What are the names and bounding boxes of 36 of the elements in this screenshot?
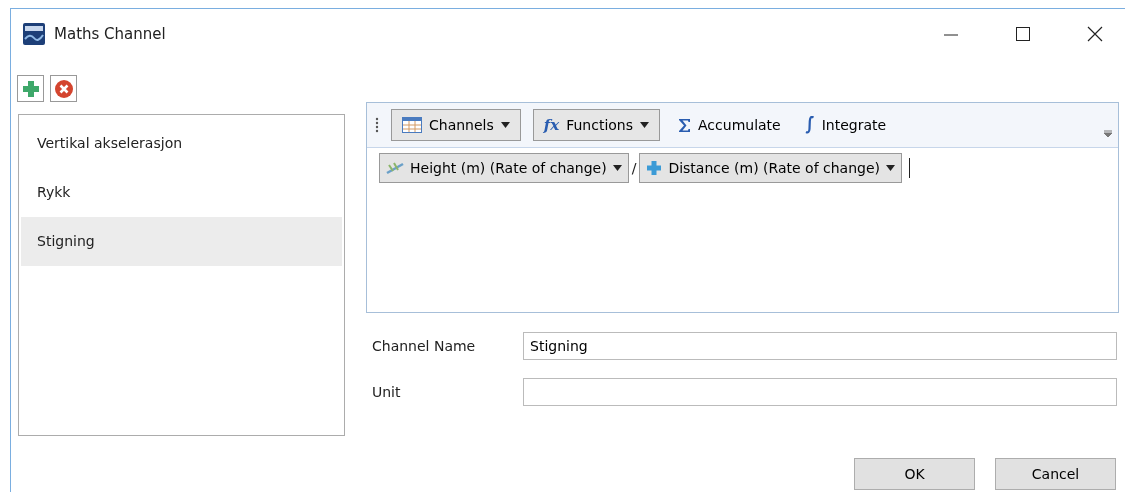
input-field[interactable] xyxy=(523,378,1117,406)
toolbar-button[interactable]: Accumulate xyxy=(672,117,787,133)
toolbar-dropdown[interactable]: Channels xyxy=(391,109,521,141)
caret-icon xyxy=(500,122,510,128)
toolbar-dropdown[interactable]: fx Functions xyxy=(532,109,661,141)
integral-icon xyxy=(804,116,815,134)
window-title: Maths Channel xyxy=(54,25,166,43)
field-label: Unit xyxy=(371,384,402,400)
expression-editor[interactable]: Channels fx Functions Accumulate Integrate Height (m) (Rate of change) / Distance (m) (Rate of change) xyxy=(366,102,1119,313)
channel-list-item[interactable]: Vertikal akselerasjon xyxy=(21,119,342,168)
sigma-icon xyxy=(678,117,692,133)
dialog-button[interactable]: Cancel xyxy=(995,458,1116,490)
text-caret xyxy=(909,158,911,178)
operator-symbol: / xyxy=(631,160,637,176)
fx-icon: fx xyxy=(543,116,560,134)
plus-icon xyxy=(646,160,663,176)
grip-icon xyxy=(375,117,379,133)
add-icon[interactable] xyxy=(17,75,44,102)
channel-list-item[interactable]: Rykk xyxy=(21,168,342,217)
channel-token[interactable]: Distance (m) (Rate of change) xyxy=(639,153,903,183)
table-icon xyxy=(402,117,422,133)
channel-token[interactable]: Height (m) (Rate of change) xyxy=(379,153,629,183)
maximize-icon[interactable] xyxy=(1015,26,1031,42)
overflow-icon[interactable] xyxy=(1104,129,1112,137)
close-icon[interactable] xyxy=(1087,26,1103,42)
app-logo-icon xyxy=(23,23,45,45)
caret-icon xyxy=(640,122,650,128)
delete-icon[interactable] xyxy=(50,75,77,102)
dialog-button[interactable]: OK xyxy=(854,458,975,490)
channel-list-item[interactable]: Stigning xyxy=(21,217,342,266)
caret-icon xyxy=(886,165,896,171)
slope-icon xyxy=(386,161,404,175)
input-field[interactable]: Stigning xyxy=(523,332,1117,360)
caret-icon xyxy=(612,165,622,171)
field-label: Channel Name xyxy=(371,338,477,354)
toolbar-button[interactable]: Integrate xyxy=(798,116,893,134)
